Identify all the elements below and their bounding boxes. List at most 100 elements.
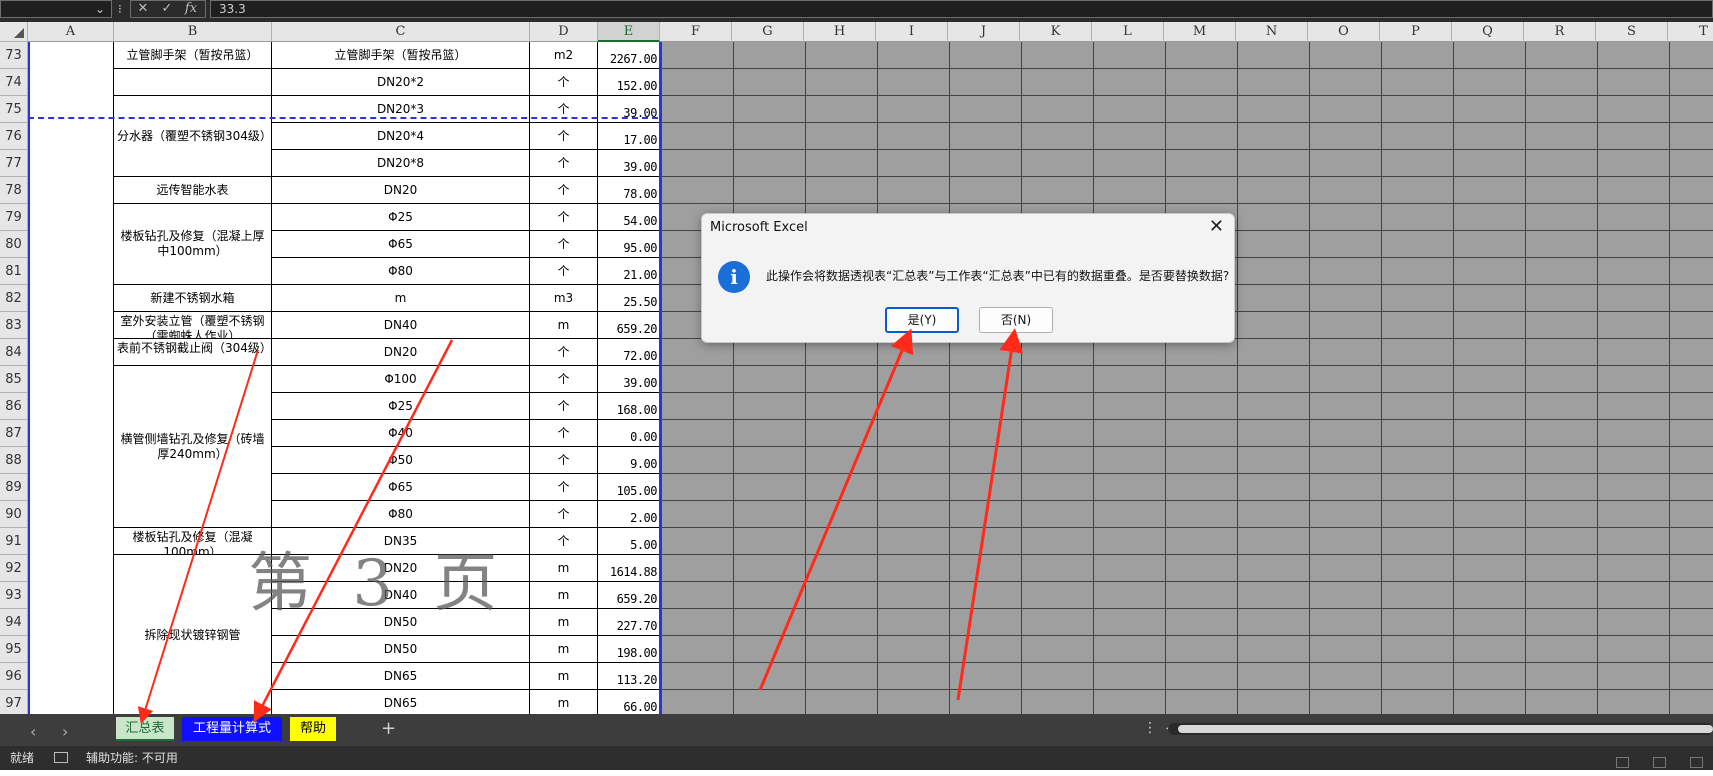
column-header-p[interactable]: P bbox=[1380, 22, 1452, 42]
sheet-tab-help[interactable]: 帮助 bbox=[290, 717, 336, 741]
cell-c[interactable]: Φ100 bbox=[272, 366, 530, 393]
cell-d[interactable]: m bbox=[530, 555, 598, 582]
row-header[interactable]: 95 bbox=[0, 636, 28, 663]
cell-d[interactable]: m2 bbox=[530, 42, 598, 69]
cell-c[interactable]: DN40 bbox=[272, 312, 530, 339]
row-header[interactable]: 85 bbox=[0, 366, 28, 393]
row-header[interactable]: 78 bbox=[0, 177, 28, 204]
cell-a[interactable] bbox=[28, 555, 114, 582]
cell-d[interactable]: m bbox=[530, 312, 598, 339]
cell-d[interactable]: 个 bbox=[530, 393, 598, 420]
column-header-e[interactable]: E bbox=[598, 22, 660, 42]
cell-d[interactable]: 个 bbox=[530, 366, 598, 393]
column-header-k[interactable]: K bbox=[1020, 22, 1092, 42]
page-layout-view-icon[interactable] bbox=[1653, 757, 1666, 768]
outside-print-area[interactable] bbox=[662, 42, 1713, 714]
column-header-t[interactable]: T bbox=[1668, 22, 1713, 42]
cell-a[interactable] bbox=[28, 285, 114, 312]
cell-a[interactable] bbox=[28, 501, 114, 528]
cell-e[interactable]: 105.00 bbox=[598, 474, 660, 501]
cell-e[interactable]: 17.00 bbox=[598, 123, 660, 150]
row-header[interactable]: 97 bbox=[0, 690, 28, 714]
cell-c[interactable]: DN50 bbox=[272, 609, 530, 636]
cell-d[interactable]: m bbox=[530, 663, 598, 690]
cell-a[interactable] bbox=[28, 123, 114, 150]
cell-c[interactable]: 立管脚手架（暂按吊篮） bbox=[272, 42, 530, 69]
row-header[interactable]: 90 bbox=[0, 501, 28, 528]
cell-c[interactable]: Φ25 bbox=[272, 204, 530, 231]
cell-c[interactable]: DN65 bbox=[272, 690, 530, 714]
row-header[interactable]: 82 bbox=[0, 285, 28, 312]
cell-d[interactable]: 个 bbox=[530, 150, 598, 177]
formula-input[interactable]: 33.3 bbox=[210, 0, 1713, 18]
column-header-j[interactable]: J bbox=[948, 22, 1020, 42]
scrollbar-thumb[interactable] bbox=[1178, 725, 1713, 733]
fx-icon[interactable]: fx bbox=[179, 1, 203, 17]
no-button[interactable]: 否(N) bbox=[979, 307, 1053, 333]
accessibility-status[interactable]: 辅助功能: 不可用 bbox=[86, 746, 178, 770]
cell-a[interactable] bbox=[28, 42, 114, 69]
row-header[interactable]: 91 bbox=[0, 528, 28, 555]
row-header[interactable]: 88 bbox=[0, 447, 28, 474]
row-header[interactable]: 86 bbox=[0, 393, 28, 420]
cell-d[interactable]: 个 bbox=[530, 528, 598, 555]
cell-b[interactable]: 楼板钻孔及修复（混凝上厚中100mm） bbox=[114, 204, 272, 285]
column-header-s[interactable]: S bbox=[1596, 22, 1668, 42]
cell-e[interactable]: 95.00 bbox=[598, 231, 660, 258]
cell-c[interactable]: DN20 bbox=[272, 555, 530, 582]
cell-a[interactable] bbox=[28, 582, 114, 609]
cell-d[interactable]: 个 bbox=[530, 420, 598, 447]
cell-d[interactable]: 个 bbox=[530, 339, 598, 366]
cell-e[interactable]: 66.00 bbox=[598, 690, 660, 714]
cell-c[interactable]: Φ50 bbox=[272, 447, 530, 474]
cell-a[interactable] bbox=[28, 312, 114, 339]
column-header-l[interactable]: L bbox=[1092, 22, 1164, 42]
cell-a[interactable] bbox=[28, 609, 114, 636]
column-header-o[interactable]: O bbox=[1308, 22, 1380, 42]
cell-c[interactable]: DN40 bbox=[272, 582, 530, 609]
column-header-f[interactable]: F bbox=[660, 22, 732, 42]
row-header[interactable]: 79 bbox=[0, 204, 28, 231]
row-header[interactable]: 87 bbox=[0, 420, 28, 447]
cell-c[interactable]: DN35 bbox=[272, 528, 530, 555]
name-box[interactable]: ⌄ bbox=[0, 0, 112, 18]
cell-d[interactable]: m bbox=[530, 609, 598, 636]
sheet-tab-quantity[interactable]: 工程量计算式 bbox=[182, 717, 282, 741]
more-options-icon[interactable]: ⋮ bbox=[1143, 720, 1157, 736]
row-header[interactable]: 93 bbox=[0, 582, 28, 609]
cell-c[interactable]: DN50 bbox=[272, 636, 530, 663]
cell-b[interactable]: 新建不锈钢水箱 bbox=[114, 285, 272, 312]
cell-d[interactable]: 个 bbox=[530, 231, 598, 258]
column-header-m[interactable]: M bbox=[1164, 22, 1236, 42]
row-header[interactable]: 80 bbox=[0, 231, 28, 258]
cell-e[interactable]: 152.00 bbox=[598, 69, 660, 96]
cell-d[interactable]: m bbox=[530, 690, 598, 714]
cell-d[interactable]: 个 bbox=[530, 123, 598, 150]
column-header-h[interactable]: H bbox=[804, 22, 876, 42]
cell-d[interactable]: 个 bbox=[530, 69, 598, 96]
column-header-c[interactable]: C bbox=[272, 22, 530, 42]
cell-a[interactable] bbox=[28, 150, 114, 177]
cell-a[interactable] bbox=[28, 474, 114, 501]
cell-c[interactable]: Φ80 bbox=[272, 501, 530, 528]
cell-d[interactable]: 个 bbox=[530, 447, 598, 474]
row-header[interactable]: 81 bbox=[0, 258, 28, 285]
cell-a[interactable] bbox=[28, 339, 114, 366]
cell-a[interactable] bbox=[28, 177, 114, 204]
cell-c[interactable]: Φ80 bbox=[272, 258, 530, 285]
cell-a[interactable] bbox=[28, 393, 114, 420]
cell-b[interactable] bbox=[114, 69, 272, 96]
cell-a[interactable] bbox=[28, 636, 114, 663]
close-icon[interactable]: ✕ bbox=[1209, 216, 1224, 237]
cell-b[interactable]: 楼板钻孔及修复（混凝100mm） bbox=[114, 528, 272, 555]
yes-button[interactable]: 是(Y) bbox=[885, 307, 959, 333]
cell-e[interactable]: 5.00 bbox=[598, 528, 660, 555]
cell-b[interactable]: 横管侧墙钻孔及修复（砖墙厚240mm） bbox=[114, 366, 272, 528]
check-icon[interactable]: ✓ bbox=[155, 1, 179, 17]
cell-e[interactable]: 54.00 bbox=[598, 204, 660, 231]
cell-e[interactable]: 39.00 bbox=[598, 366, 660, 393]
sheet-tab-summary[interactable]: 汇总表 bbox=[116, 717, 174, 741]
row-header[interactable]: 94 bbox=[0, 609, 28, 636]
cell-a[interactable] bbox=[28, 663, 114, 690]
column-header-g[interactable]: G bbox=[732, 22, 804, 42]
